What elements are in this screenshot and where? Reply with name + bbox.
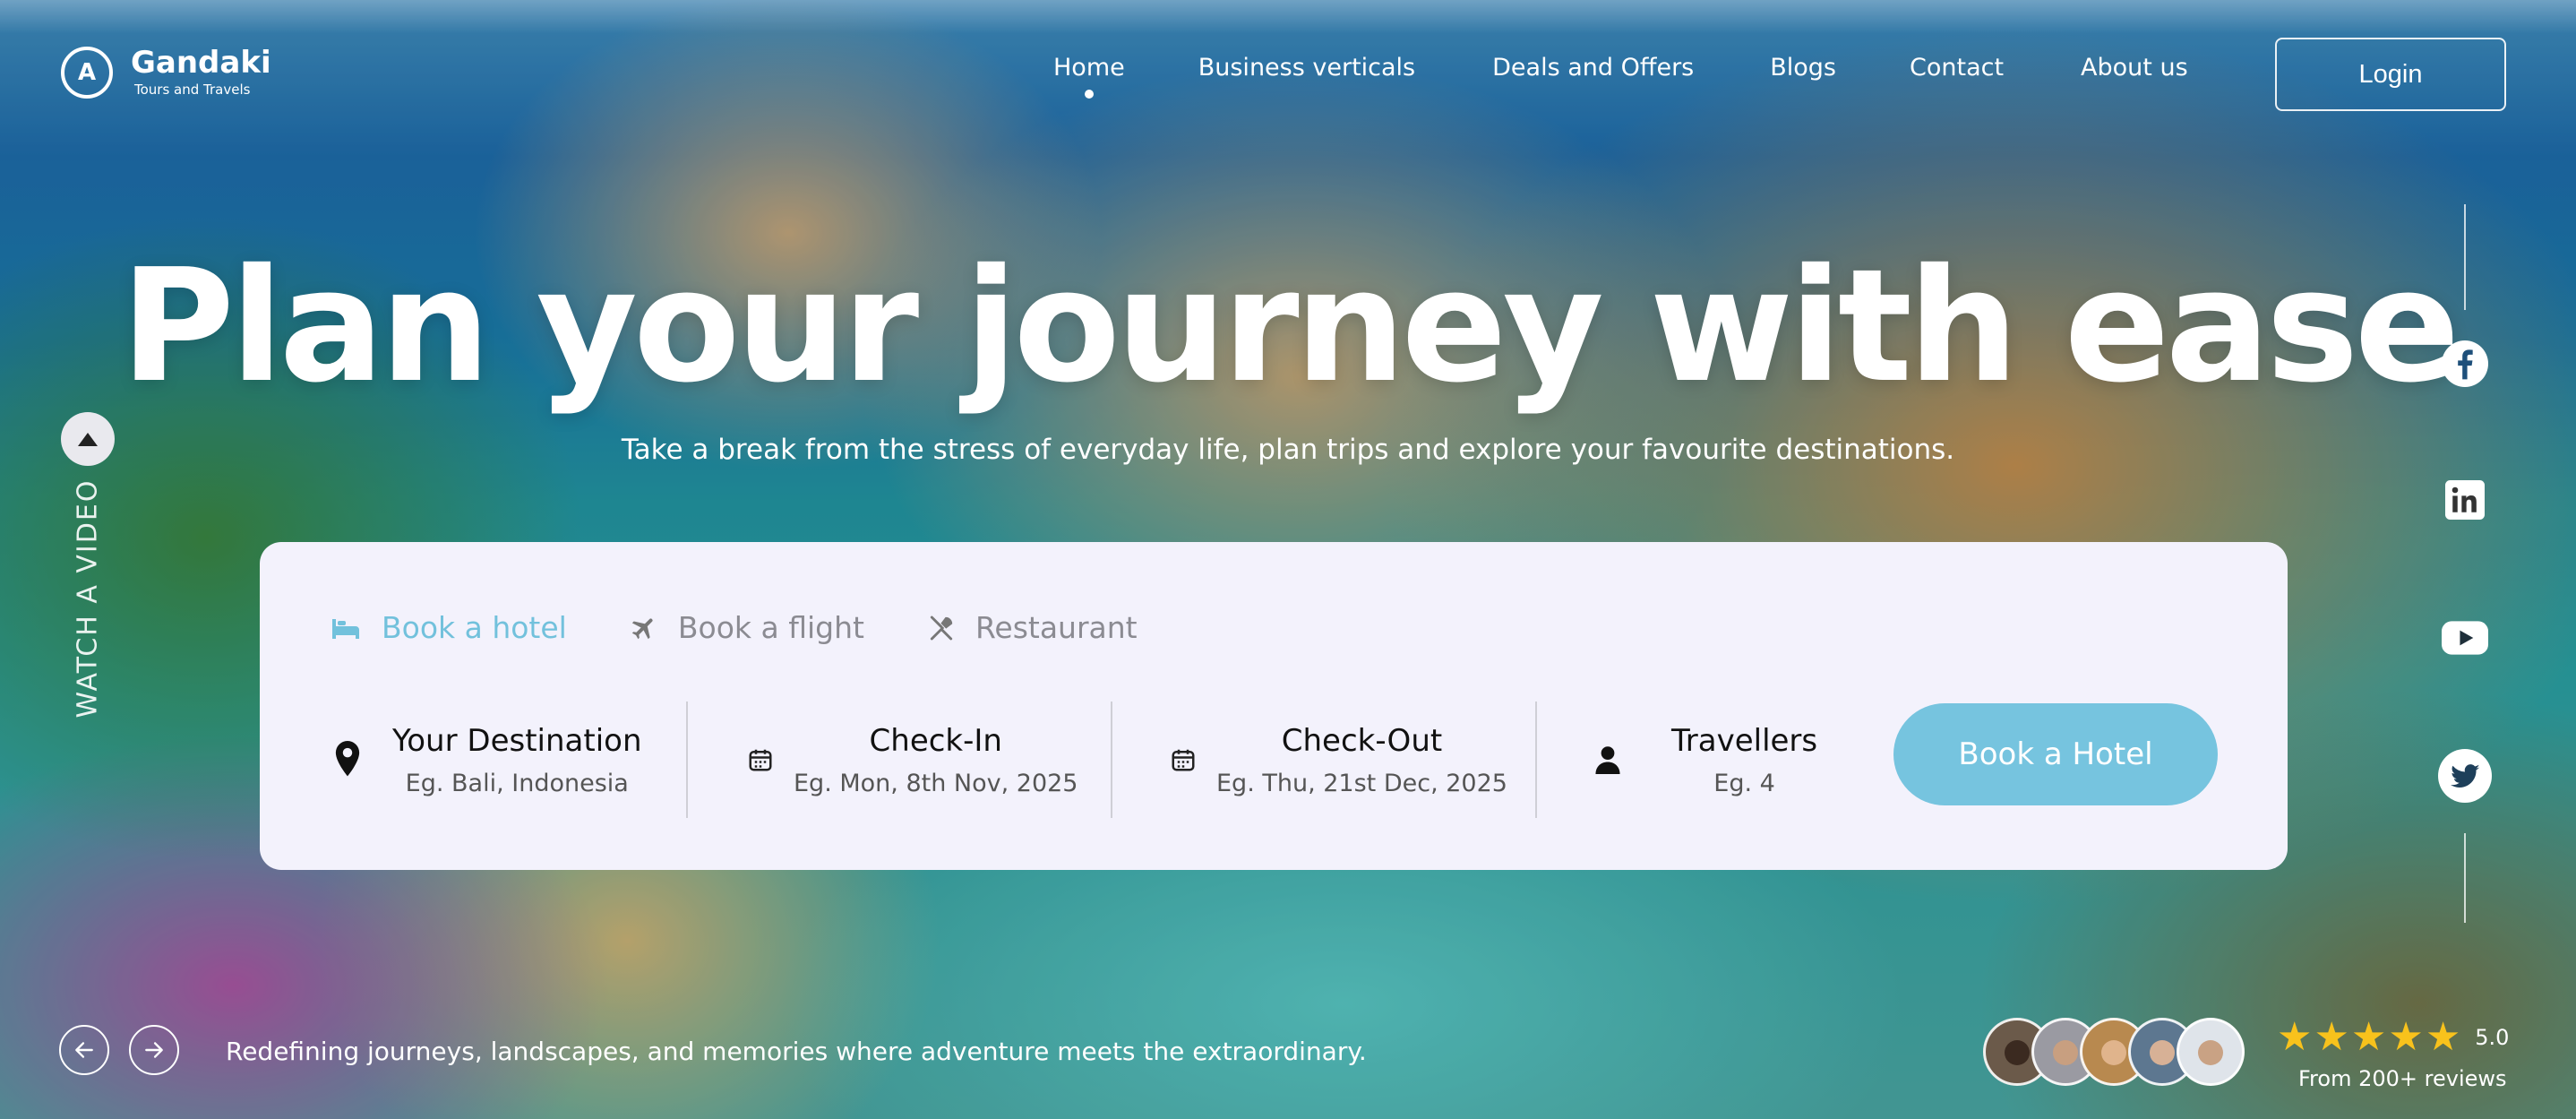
login-button[interactable]: Login [2275, 38, 2506, 111]
nav-contact[interactable]: Contact [1910, 54, 2004, 82]
nav-home[interactable]: Home [1053, 54, 1125, 99]
star-icon: ★ [2314, 1014, 2349, 1060]
arrow-right-icon [145, 1042, 163, 1058]
play-video-button[interactable] [61, 412, 115, 466]
book-hotel-button[interactable]: Book a Hotel [1893, 703, 2218, 805]
star-icon: ★ [2425, 1014, 2461, 1060]
airplane-icon [631, 618, 653, 639]
check-in-placeholder: Eg. Mon, 8th Nov, 2025 [794, 769, 1078, 797]
booking-card: Book a hotel Book a flight Restaurant Yo… [260, 542, 2288, 870]
brand-logo[interactable]: A Gandaki Tours and Travels [61, 47, 271, 99]
reviews-count: From 200+ reviews [2298, 1066, 2507, 1091]
check-out-label: Check-Out [1281, 722, 1443, 759]
next-slide-button[interactable] [129, 1025, 179, 1075]
watch-video-label[interactable]: WATCH A VIDEO [73, 479, 104, 719]
check-out-field[interactable]: Check-Out Eg. Thu, 21st Dec, 2025 [1170, 702, 1507, 818]
booking-tabs: Book a hotel Book a flight Restaurant [330, 610, 1200, 645]
brand-name: Gandaki [131, 45, 271, 81]
star-icon: ★ [2350, 1014, 2387, 1060]
social-rail-line-bottom [2464, 833, 2466, 923]
location-pin-icon [335, 741, 360, 777]
check-in-label: Check-In [869, 722, 1002, 759]
tab-book-hotel[interactable]: Book a hotel [330, 610, 567, 645]
field-divider [1111, 702, 1112, 818]
main-nav: Home Business verticals Deals and Offers… [1053, 54, 2188, 99]
logo-mark-icon: A [61, 47, 113, 99]
rating-stars: ★ ★ ★ ★ ★ 5.0 [2277, 1018, 2509, 1057]
person-icon [1595, 746, 1620, 774]
tab-label: Book a flight [677, 610, 864, 645]
travellers-field[interactable]: Travellers Eg. 4 [1594, 702, 1817, 818]
destination-placeholder: Eg. Bali, Indonesia [405, 769, 629, 797]
play-triangle-icon [78, 432, 98, 446]
star-icon: ★ [2277, 1014, 2313, 1060]
destination-label: Your Destination [392, 722, 642, 759]
twitter-icon[interactable] [2438, 749, 2492, 803]
arrow-left-icon [75, 1042, 93, 1058]
booking-fields: Your Destination Eg. Bali, Indonesia Che… [260, 702, 1872, 818]
utensils-icon [930, 615, 953, 640]
nav-business-verticals[interactable]: Business verticals [1198, 54, 1415, 82]
tab-label: Restaurant [975, 610, 1138, 645]
travellers-label: Travellers [1671, 722, 1818, 759]
avatar [2177, 1018, 2245, 1086]
calendar-icon [749, 749, 772, 771]
reviewer-avatars [1983, 1018, 2245, 1086]
travellers-placeholder: Eg. 4 [1713, 769, 1775, 797]
check-out-placeholder: Eg. Thu, 21st Dec, 2025 [1216, 769, 1507, 797]
star-icon: ★ [2388, 1014, 2424, 1060]
logo-letter: A [77, 59, 97, 86]
tab-book-flight[interactable]: Book a flight [630, 610, 864, 645]
nav-blogs[interactable]: Blogs [1770, 54, 1836, 82]
bed-icon [332, 618, 359, 639]
hero-subtitle: Take a break from the stress of everyday… [621, 434, 1955, 466]
facebook-icon[interactable] [2438, 337, 2492, 391]
youtube-icon[interactable] [2438, 611, 2492, 665]
destination-field[interactable]: Your Destination Eg. Bali, Indonesia [333, 702, 642, 818]
rating-value: 5.0 [2475, 1025, 2510, 1050]
tab-restaurant[interactable]: Restaurant [927, 610, 1138, 645]
nav-deals-and-offers[interactable]: Deals and Offers [1492, 54, 1694, 82]
social-rail-line-top [2464, 204, 2466, 310]
linkedin-icon[interactable] [2438, 473, 2492, 527]
tab-label: Book a hotel [382, 610, 567, 645]
field-divider [1535, 702, 1537, 818]
brand-tagline: Tours and Travels [134, 82, 251, 98]
calendar-icon [1172, 749, 1195, 771]
prev-slide-button[interactable] [59, 1025, 109, 1075]
footer-tagline: Redefining journeys, landscapes, and mem… [226, 1037, 1367, 1066]
nav-about-us[interactable]: About us [2081, 54, 2188, 82]
check-in-field[interactable]: Check-In Eg. Mon, 8th Nov, 2025 [747, 702, 1078, 818]
field-divider [686, 702, 688, 818]
hero-title: Plan your journey with ease [120, 236, 2460, 417]
